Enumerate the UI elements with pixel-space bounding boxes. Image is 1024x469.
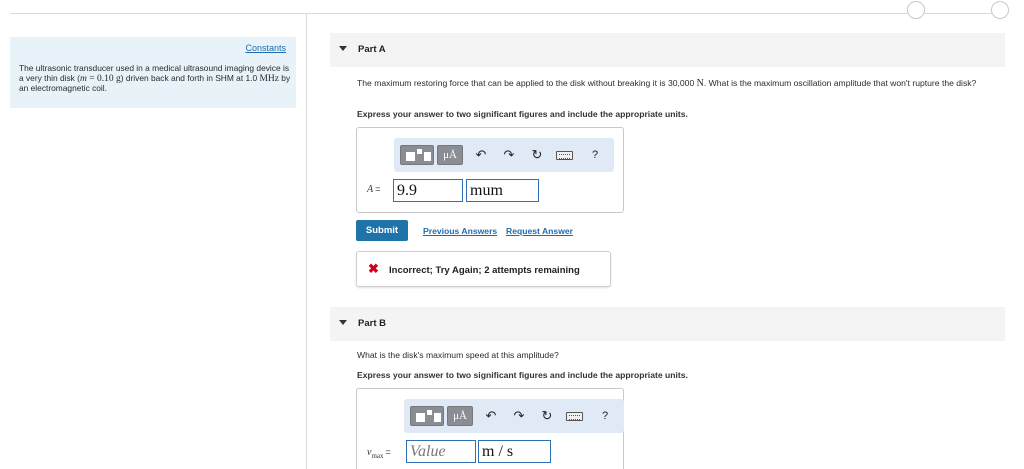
problem-statement: The ultrasonic transducer used in a medi… bbox=[19, 63, 291, 94]
redo-icon[interactable]: ↷ bbox=[511, 406, 527, 426]
equals-sign: = bbox=[385, 447, 391, 457]
part-a-answer-box: μÅ ↶ ↷ ↻ ? A = bbox=[356, 127, 624, 213]
keyboard-icon[interactable] bbox=[566, 412, 583, 421]
reset-icon[interactable]: ↻ bbox=[529, 145, 545, 165]
part-b-answer-box: μÅ ↶ ↷ ↻ ? vmax = bbox=[356, 388, 624, 469]
problem-info-panel: Constants The ultrasonic transducer used… bbox=[10, 37, 296, 108]
part-a-instruction: Express your answer to two significant f… bbox=[357, 109, 688, 119]
redo-icon[interactable]: ↷ bbox=[501, 145, 517, 165]
force-unit: N bbox=[696, 78, 704, 89]
reset-icon[interactable]: ↻ bbox=[539, 406, 555, 426]
units-button[interactable]: μÅ bbox=[437, 145, 463, 165]
part-b-title: Part B bbox=[358, 318, 386, 329]
help-button[interactable]: ? bbox=[588, 145, 602, 165]
submit-button[interactable]: Submit bbox=[356, 220, 408, 241]
top-divider bbox=[10, 1, 1009, 19]
feedback-message: Incorrect; Try Again; 2 attempts remaini… bbox=[389, 265, 580, 276]
keyboard-icon[interactable] bbox=[556, 151, 573, 160]
mass-value: = 0.10 g bbox=[86, 73, 121, 84]
previous-answers-link[interactable]: Previous Answers bbox=[423, 226, 497, 236]
templates-icon[interactable] bbox=[410, 406, 444, 426]
variable-a: A bbox=[367, 184, 374, 195]
request-answer-link[interactable]: Request Answer bbox=[506, 226, 573, 236]
part-a-question-text-1: The maximum restoring force that can be … bbox=[357, 78, 697, 88]
undo-icon[interactable]: ↶ bbox=[473, 145, 489, 165]
collapse-caret-icon[interactable] bbox=[339, 46, 347, 51]
part-a-question-text-2: . What is the maximum oscillation amplit… bbox=[703, 78, 977, 88]
top-circle-icon bbox=[907, 1, 925, 19]
part-a-header[interactable]: Part A bbox=[330, 33, 1005, 67]
feedback-box: ✖ Incorrect; Try Again; 2 attempts remai… bbox=[356, 251, 611, 287]
mass-variable: m bbox=[79, 73, 87, 84]
part-a-unit-input[interactable] bbox=[466, 179, 539, 202]
part-b-instruction: Express your answer to two significant f… bbox=[357, 370, 688, 380]
constants-link[interactable]: Constants bbox=[245, 43, 286, 53]
problem-text-2: ) driven back and forth in SHM at 1.0 bbox=[120, 72, 260, 83]
undo-icon[interactable]: ↶ bbox=[483, 406, 499, 426]
templates-icon[interactable] bbox=[400, 145, 434, 165]
part-a-title: Part A bbox=[358, 44, 386, 55]
part-a-math-toolbar: μÅ ↶ ↷ ↻ ? bbox=[394, 138, 614, 172]
collapse-caret-icon[interactable] bbox=[339, 320, 347, 325]
help-button[interactable]: ? bbox=[598, 406, 612, 426]
column-divider bbox=[306, 13, 307, 469]
frequency-unit: MHz bbox=[259, 73, 279, 84]
part-b-question: What is the disk's maximum speed at this… bbox=[357, 350, 559, 360]
part-b-math-toolbar: μÅ ↶ ↷ ↻ ? bbox=[404, 399, 624, 433]
part-b-variable-label: vmax = bbox=[367, 447, 391, 460]
variable-subscript: max bbox=[371, 452, 384, 460]
part-a-question: The maximum restoring force that can be … bbox=[357, 78, 997, 89]
part-b-header[interactable]: Part B bbox=[330, 307, 1005, 341]
part-b-unit-input[interactable] bbox=[478, 440, 551, 463]
part-a-variable-label: A = bbox=[367, 184, 380, 195]
part-b-value-input[interactable] bbox=[406, 440, 476, 463]
top-circle-icon bbox=[991, 1, 1009, 19]
units-button[interactable]: μÅ bbox=[447, 406, 473, 426]
equals-sign: = bbox=[375, 184, 381, 194]
part-a-value-input[interactable] bbox=[393, 179, 463, 202]
error-x-icon: ✖ bbox=[368, 261, 379, 276]
